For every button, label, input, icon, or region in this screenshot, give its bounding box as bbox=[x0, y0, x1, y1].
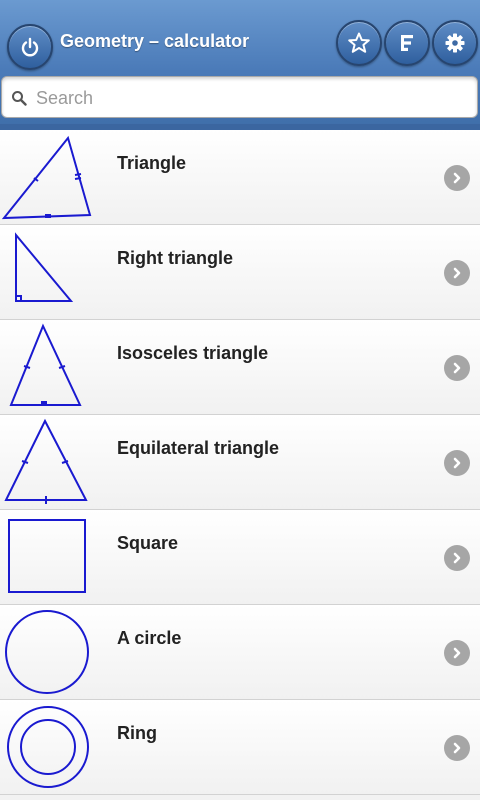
search-bar[interactable] bbox=[1, 76, 478, 118]
chevron-right-icon bbox=[444, 735, 470, 761]
chevron-right-icon bbox=[444, 260, 470, 286]
equilateral-triangle-shape-icon bbox=[4, 418, 88, 504]
list-item-isosceles-triangle[interactable]: Isosceles triangle bbox=[0, 320, 480, 415]
square-shape-icon bbox=[8, 519, 86, 593]
right-triangle-shape-icon bbox=[15, 232, 74, 302]
menu-list-button[interactable] bbox=[384, 20, 430, 66]
shape-list: Triangle Right triangle Isosceles triang… bbox=[0, 130, 480, 795]
list-item-label: Ring bbox=[117, 723, 157, 743]
chevron-right-icon bbox=[444, 545, 470, 571]
ring-shape-icon bbox=[7, 706, 89, 788]
list-item-label: A circle bbox=[117, 628, 182, 648]
chevron-right-icon bbox=[444, 450, 470, 476]
list-item-circle[interactable]: A circle bbox=[0, 605, 480, 700]
circle-shape-icon bbox=[5, 610, 89, 694]
list-menu-icon bbox=[401, 35, 413, 51]
star-icon bbox=[348, 32, 370, 53]
chevron-right-icon bbox=[444, 165, 470, 191]
settings-button[interactable] bbox=[432, 20, 478, 66]
list-item-label: Isosceles triangle bbox=[117, 343, 269, 363]
list-item-right-triangle[interactable]: Right triangle bbox=[0, 225, 480, 320]
list-item-label: Equilateral triangle bbox=[117, 438, 280, 458]
search-input[interactable] bbox=[34, 83, 468, 113]
list-item-label: Triangle bbox=[117, 153, 187, 173]
isosceles-triangle-shape-icon bbox=[9, 323, 82, 406]
list-item-triangle[interactable]: Triangle bbox=[0, 130, 480, 225]
list-item-equilateral-triangle[interactable]: Equilateral triangle bbox=[0, 415, 480, 510]
chevron-right-icon bbox=[444, 640, 470, 666]
favorites-button[interactable] bbox=[336, 20, 382, 66]
power-icon bbox=[21, 37, 39, 57]
list-item-square[interactable]: Square bbox=[0, 510, 480, 605]
list-item-label: Square bbox=[117, 533, 179, 553]
triangle-shape-icon bbox=[1, 135, 92, 220]
search-icon bbox=[12, 91, 27, 106]
list-item-ring[interactable]: Ring bbox=[0, 700, 480, 795]
power-button[interactable] bbox=[7, 24, 53, 70]
gear-icon bbox=[445, 33, 465, 53]
chevron-right-icon bbox=[444, 355, 470, 381]
app-header: Geometry – calculator bbox=[0, 0, 480, 130]
list-item-label: Right triangle bbox=[117, 248, 233, 268]
app-title: Geometry – calculator bbox=[60, 31, 250, 51]
